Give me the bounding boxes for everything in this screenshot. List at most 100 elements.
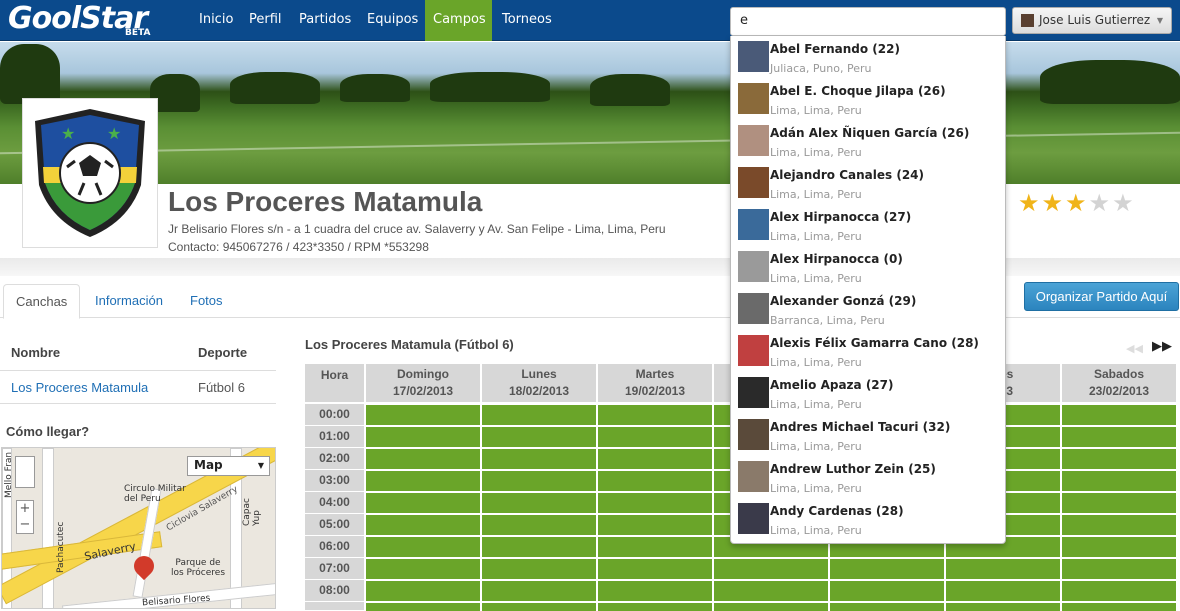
- tab-informacion[interactable]: Información: [83, 284, 175, 319]
- schedule-slot[interactable]: [830, 581, 944, 601]
- result-location: Lima, Lima, Peru: [770, 482, 862, 495]
- tab-fotos[interactable]: Fotos: [178, 284, 235, 319]
- map-label: Capac Yup: [242, 498, 262, 526]
- court-link[interactable]: Los Proceres Matamula: [11, 380, 148, 395]
- star-empty-icon[interactable]: ★: [1112, 189, 1136, 217]
- schedule-slot[interactable]: [1062, 603, 1176, 611]
- location-map[interactable]: + − Map ▼ Mello Fran Circulo Militar del P…: [1, 447, 276, 609]
- schedule-slot[interactable]: [366, 515, 480, 535]
- schedule-slot[interactable]: [1062, 449, 1176, 469]
- search-result-item[interactable]: Andrew Luthor Zein (25) Lima, Lima, Peru: [731, 456, 1005, 498]
- schedule-slot[interactable]: [598, 581, 712, 601]
- search-input[interactable]: e: [730, 7, 1006, 36]
- schedule-slot[interactable]: [482, 515, 596, 535]
- schedule-slot[interactable]: [1062, 471, 1176, 491]
- nav-item-torneos[interactable]: Torneos: [494, 0, 560, 41]
- search-results-dropdown: Abel Fernando (22) Juliaca, Puno, Peru Abe…: [730, 36, 1006, 544]
- schedule-slot[interactable]: [598, 427, 712, 447]
- schedule-slot[interactable]: [482, 603, 596, 611]
- map-marker-icon[interactable]: [129, 551, 159, 581]
- schedule-slot[interactable]: [366, 537, 480, 557]
- schedule-slot[interactable]: [366, 405, 480, 425]
- schedule-slot[interactable]: [598, 537, 712, 557]
- schedule-slot[interactable]: [482, 405, 596, 425]
- schedule-slot[interactable]: [482, 493, 596, 513]
- schedule-slot[interactable]: [1062, 515, 1176, 535]
- schedule-slot[interactable]: [946, 603, 1060, 611]
- nav-item-equipos[interactable]: Equipos: [359, 0, 426, 41]
- venue-rating[interactable]: ★★★★★: [1018, 189, 1136, 217]
- schedule-slot[interactable]: [1062, 581, 1176, 601]
- result-name: Adán Alex Ñiquen García (26): [770, 126, 970, 140]
- tab-canchas[interactable]: Canchas: [3, 284, 81, 319]
- street-view-pegman-icon[interactable]: [15, 456, 35, 488]
- search-result-item[interactable]: Abel Fernando (22) Juliaca, Puno, Peru: [731, 36, 1005, 78]
- search-result-item[interactable]: Adán Alex Ñiquen García (26) Lima, Lima, …: [731, 120, 1005, 162]
- schedule-slot[interactable]: [598, 449, 712, 469]
- nav-item-partidos[interactable]: Partidos: [291, 0, 359, 41]
- search-result-item[interactable]: Alex Hirpanocca (0) Lima, Lima, Peru: [731, 246, 1005, 288]
- schedule-slot[interactable]: [366, 581, 480, 601]
- schedule-slot[interactable]: [1062, 493, 1176, 513]
- search-result-item[interactable]: Amelio Apaza (27) Lima, Lima, Peru: [731, 372, 1005, 414]
- schedule-slot[interactable]: [946, 581, 1060, 601]
- search-result-item[interactable]: Alex Hirpanocca (27) Lima, Lima, Peru: [731, 204, 1005, 246]
- schedule-slot[interactable]: [598, 493, 712, 513]
- schedule-slot[interactable]: [1062, 559, 1176, 579]
- schedule-hour-label: 03:00: [305, 470, 364, 491]
- goolstar-logo[interactable]: GoolStar BETA: [4, 1, 154, 39]
- organize-match-button[interactable]: Organizar Partido Aquí: [1024, 282, 1179, 311]
- nav-item-campos[interactable]: Campos: [425, 0, 492, 41]
- user-photo-icon: [738, 41, 769, 72]
- search-result-item[interactable]: Alexander Gonzá (29) Barranca, Lima, Peru: [731, 288, 1005, 330]
- schedule-slot[interactable]: [598, 471, 712, 491]
- map-zoom-control[interactable]: + −: [16, 500, 34, 534]
- schedule-slot[interactable]: [482, 559, 596, 579]
- search-result-item[interactable]: Abel E. Choque Jilapa (26) Lima, Lima, Pe…: [731, 78, 1005, 120]
- schedule-slot[interactable]: [830, 603, 944, 611]
- schedule-slot[interactable]: [946, 559, 1060, 579]
- schedule-slot[interactable]: [598, 603, 712, 611]
- next-week-icon[interactable]: ▶▶: [1152, 339, 1172, 354]
- schedule-slot[interactable]: [482, 427, 596, 447]
- search-result-item[interactable]: Alejandro Canales (24) Lima, Lima, Peru: [731, 162, 1005, 204]
- schedule-slot[interactable]: [598, 405, 712, 425]
- schedule-slot[interactable]: [1062, 537, 1176, 557]
- star-filled-icon[interactable]: ★: [1042, 189, 1066, 217]
- star-empty-icon[interactable]: ★: [1089, 189, 1113, 217]
- star-filled-icon[interactable]: ★: [1018, 189, 1042, 217]
- schedule-slot[interactable]: [598, 559, 712, 579]
- star-filled-icon[interactable]: ★: [1065, 189, 1089, 217]
- search-result-item[interactable]: Andres Michael Tacuri (32) Lima, Lima, Pe…: [731, 414, 1005, 456]
- nav-item-perfil[interactable]: Perfil: [241, 0, 290, 41]
- court-sport: Fútbol 6: [198, 380, 245, 395]
- schedule-slot[interactable]: [482, 471, 596, 491]
- schedule-slot[interactable]: [366, 471, 480, 491]
- search-result-item[interactable]: Alexis Félix Gamarra Cano (28) Lima, Lima…: [731, 330, 1005, 372]
- schedule-slot[interactable]: [482, 581, 596, 601]
- user-photo-icon: [738, 377, 769, 408]
- schedule-slot[interactable]: [714, 603, 828, 611]
- schedule-hour-label: 05:00: [305, 514, 364, 535]
- schedule-slot[interactable]: [1062, 427, 1176, 447]
- schedule-slot[interactable]: [366, 427, 480, 447]
- schedule-slot[interactable]: [366, 449, 480, 469]
- schedule-slot[interactable]: [598, 515, 712, 535]
- schedule-slot[interactable]: [830, 559, 944, 579]
- map-type-select[interactable]: Map ▼: [187, 456, 270, 476]
- schedule-slot[interactable]: [714, 559, 828, 579]
- schedule-slot[interactable]: [482, 537, 596, 557]
- user-menu-button[interactable]: Jose Luis Gutierrez ▼: [1012, 7, 1172, 34]
- schedule-slot[interactable]: [366, 559, 480, 579]
- schedule-slot[interactable]: [366, 493, 480, 513]
- result-location: Lima, Lima, Peru: [770, 104, 862, 117]
- schedule-slot[interactable]: [1062, 405, 1176, 425]
- search-result-item[interactable]: Andy Cardenas (28) Lima, Lima, Peru: [731, 498, 1005, 540]
- schedule-slot[interactable]: [482, 449, 596, 469]
- prev-week-icon[interactable]: ◀◀: [1126, 342, 1143, 355]
- result-location: Lima, Lima, Peru: [770, 146, 862, 159]
- result-location: Lima, Lima, Peru: [770, 356, 862, 369]
- nav-item-inicio[interactable]: Inicio: [191, 0, 241, 41]
- schedule-slot[interactable]: [714, 581, 828, 601]
- schedule-slot[interactable]: [366, 603, 480, 611]
